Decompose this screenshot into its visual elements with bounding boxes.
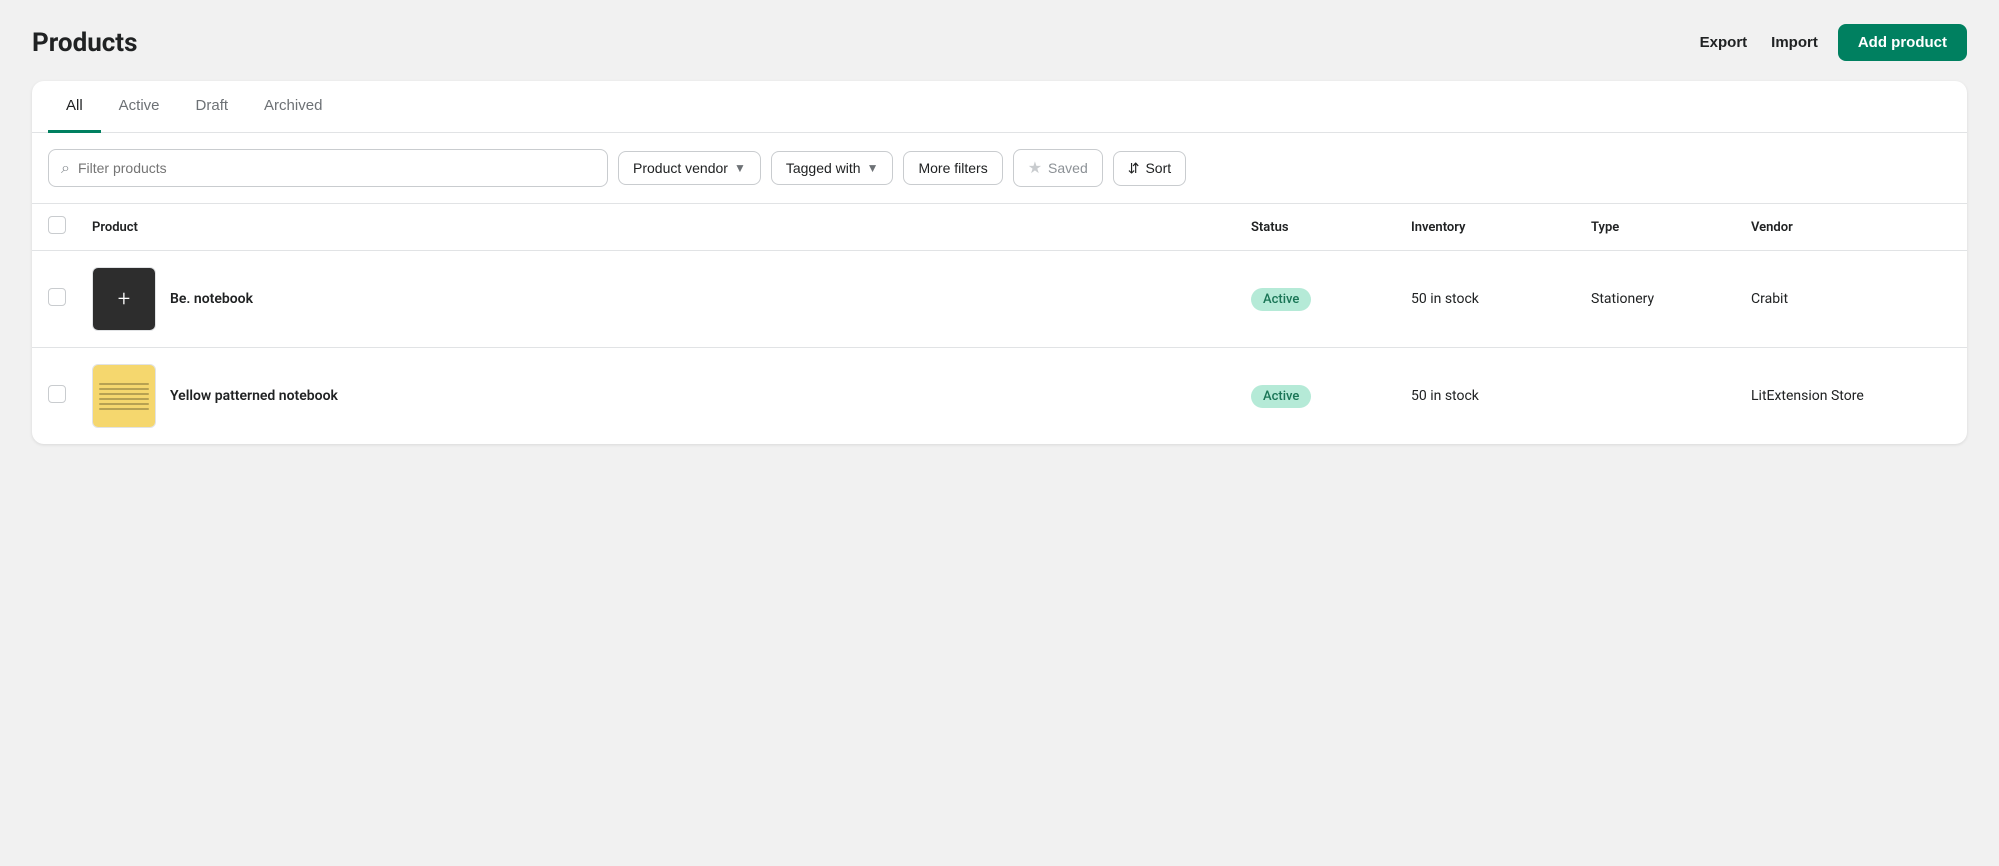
yellow-line (99, 403, 149, 405)
product-cell-2: Yellow patterned notebook (92, 364, 1251, 428)
sort-label: Sort (1145, 160, 1171, 176)
row-checkbox-cell-1 (48, 288, 92, 310)
product-thumbnail-2 (92, 364, 156, 428)
saved-button[interactable]: ★ Saved (1013, 149, 1103, 187)
search-icon: ⌕ (61, 158, 70, 178)
col-header-type: Type (1591, 220, 1751, 235)
tagged-with-filter[interactable]: Tagged with ▼ (771, 151, 894, 185)
notebook-yellow-image (93, 365, 155, 427)
type-cell-1: Stationery (1591, 291, 1751, 307)
col-header-product: Product (92, 220, 1251, 235)
table-row: Yellow patterned notebook Active 50 in s… (32, 348, 1967, 444)
product-name-1[interactable]: Be. notebook (170, 291, 253, 307)
yellow-lines-decoration (93, 377, 155, 416)
sort-button[interactable]: ⇵ Sort (1113, 151, 1186, 186)
page-header: Products Export Import Add product (32, 24, 1967, 61)
row-checkbox-2[interactable] (48, 385, 66, 403)
yellow-line (99, 398, 149, 400)
inventory-cell-1: 50 in stock (1411, 291, 1591, 307)
search-wrapper: ⌕ (48, 149, 608, 187)
page-title: Products (32, 28, 137, 58)
status-cell-2: Active (1251, 385, 1411, 408)
yellow-line (99, 408, 149, 410)
col-header-vendor: Vendor (1751, 220, 1951, 235)
tabs-bar: All Active Draft Archived (32, 81, 1967, 133)
select-all-checkbox[interactable] (48, 216, 66, 234)
product-vendor-filter[interactable]: Product vendor ▼ (618, 151, 761, 185)
product-thumbnail-1 (92, 267, 156, 331)
header-actions: Export Import Add product (1696, 24, 1967, 61)
yellow-line (99, 388, 149, 390)
product-name-2[interactable]: Yellow patterned notebook (170, 388, 338, 404)
saved-label: Saved (1048, 160, 1088, 176)
product-vendor-label: Product vendor (633, 160, 728, 176)
products-card: All Active Draft Archived ⌕ Product vend… (32, 81, 1967, 444)
yellow-line (99, 383, 149, 385)
export-button[interactable]: Export (1696, 26, 1752, 59)
star-icon: ★ (1028, 158, 1042, 178)
product-cell-1: Be. notebook (92, 267, 1251, 331)
tab-draft[interactable]: Draft (178, 81, 247, 133)
select-all-checkbox-cell (48, 216, 92, 238)
sort-icon: ⇵ (1128, 160, 1140, 177)
add-product-button[interactable]: Add product (1838, 24, 1967, 61)
chevron-down-icon: ▼ (734, 161, 746, 175)
table-row: Be. notebook Active 50 in stock Statione… (32, 251, 1967, 348)
tagged-with-label: Tagged with (786, 160, 861, 176)
row-checkbox-cell-2 (48, 385, 92, 407)
col-header-status: Status (1251, 220, 1411, 235)
col-header-inventory: Inventory (1411, 220, 1591, 235)
filters-row: ⌕ Product vendor ▼ Tagged with ▼ More fi… (32, 133, 1967, 204)
yellow-line (99, 393, 149, 395)
tab-active[interactable]: Active (101, 81, 178, 133)
import-button[interactable]: Import (1767, 26, 1822, 59)
chevron-down-icon: ▼ (867, 161, 879, 175)
row-checkbox-1[interactable] (48, 288, 66, 306)
tab-all[interactable]: All (48, 81, 101, 133)
more-filters-button[interactable]: More filters (903, 151, 1002, 185)
notebook-black-image (93, 268, 155, 330)
vendor-cell-1: Crabit (1751, 291, 1951, 307)
status-cell-1: Active (1251, 288, 1411, 311)
table-header: Product Status Inventory Type Vendor (32, 204, 1967, 251)
tab-archived[interactable]: Archived (246, 81, 340, 133)
status-badge-2: Active (1251, 385, 1311, 408)
inventory-cell-2: 50 in stock (1411, 388, 1591, 404)
search-input[interactable] (78, 160, 595, 176)
vendor-cell-2: LitExtension Store (1751, 388, 1951, 404)
status-badge-1: Active (1251, 288, 1311, 311)
